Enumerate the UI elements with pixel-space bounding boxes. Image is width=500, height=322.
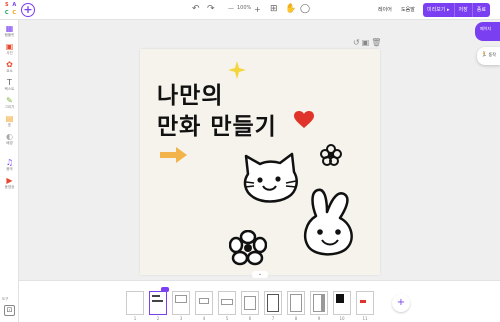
- page-number: 3: [179, 316, 183, 321]
- pencil-icon: ✎: [6, 96, 13, 105]
- page-thumbnail[interactable]: [218, 291, 236, 315]
- sidebar-item-label: 배경: [6, 141, 13, 145]
- sidebar-item-label: 표: [7, 123, 12, 127]
- template-icon: ▦: [5, 24, 14, 33]
- table-icon: ▤: [5, 114, 14, 123]
- add-page-button[interactable]: +: [392, 294, 410, 312]
- sidebar-item-music[interactable]: ♫ 음악: [0, 158, 19, 171]
- page-thumbnail[interactable]: [126, 291, 144, 315]
- app-logo[interactable]: S A C C: [3, 2, 18, 17]
- sidebar-item-label: 텍스트: [4, 87, 15, 91]
- logo-letter: S: [4, 2, 9, 8]
- page-number: 7: [271, 316, 275, 321]
- heart-sticker[interactable]: [294, 111, 314, 129]
- menu-layer[interactable]: 레이어: [378, 6, 392, 13]
- menu-help[interactable]: 도움말: [401, 6, 415, 13]
- big-flower-sticker[interactable]: [229, 230, 267, 266]
- text-icon: T: [7, 78, 12, 87]
- arrow-sticker[interactable]: [160, 146, 188, 164]
- comment-icon[interactable]: ◯: [300, 4, 310, 15]
- sidebar-item-label: 동영상: [4, 185, 15, 189]
- page-thumbnail[interactable]: [241, 291, 259, 315]
- sidebar-item-background[interactable]: ◐ 배경: [0, 132, 19, 145]
- page-number: 4: [202, 316, 206, 321]
- page-thumbnail[interactable]: [356, 291, 374, 315]
- page-number: 2: [156, 316, 160, 321]
- action-buttons: 미리보기 ▸ 저장 종료: [423, 3, 490, 17]
- sidebar-item-elements[interactable]: ✿ 요소: [0, 60, 19, 73]
- page-panel-label: 페이지: [480, 26, 492, 31]
- page-thumbnail-active[interactable]: [149, 291, 167, 315]
- page-number: 6: [248, 316, 252, 321]
- sidebar-item-video[interactable]: ▶ 동영상: [0, 176, 19, 189]
- element-icon: ✿: [6, 60, 13, 69]
- sidebar-item-templates[interactable]: ▦ 템플릿: [0, 24, 19, 37]
- sidebar-item-table[interactable]: ▤ 표: [0, 114, 19, 127]
- duplicate-page-icon[interactable]: ▣: [362, 38, 372, 47]
- preview-label: 미리보기: [427, 7, 446, 13]
- music-icon: ♫: [5, 158, 14, 167]
- sidebar-item-label: 요소: [6, 69, 13, 73]
- hand-icon[interactable]: ✋: [285, 4, 296, 15]
- cat-doodle[interactable]: [242, 152, 300, 204]
- page-panel-button[interactable]: 페이지: [475, 22, 500, 41]
- sidebar-item-label: 템플릿: [4, 33, 15, 37]
- zoom-out-button[interactable]: —: [228, 3, 234, 14]
- tools-button[interactable]: ⊡: [4, 305, 15, 316]
- page-thumbnail[interactable]: [264, 291, 282, 315]
- sidebar-item-photos[interactable]: ▣ 사진: [0, 42, 19, 55]
- animation-panel-button[interactable]: 🏃 동작: [477, 47, 500, 65]
- animation-panel-label: 동작: [488, 52, 496, 57]
- video-icon: ▶: [6, 176, 13, 185]
- background-icon: ◐: [6, 132, 13, 141]
- page-number: 1: [133, 316, 137, 321]
- flower-sticker[interactable]: [320, 144, 342, 166]
- sparkle-sticker[interactable]: [228, 61, 246, 79]
- page-number: 9: [317, 316, 321, 321]
- page-number: 5: [225, 316, 229, 321]
- running-figure-icon: 🏃: [481, 52, 488, 58]
- page-number: 8: [294, 316, 298, 321]
- sidebar-item-label: 사진: [6, 51, 13, 55]
- page-thumbnail[interactable]: [333, 291, 351, 315]
- sidebar-item-text[interactable]: T 텍스트: [0, 78, 19, 91]
- sidebar-item-label: 그리기: [4, 105, 15, 109]
- page-thumbnail[interactable]: [287, 291, 305, 315]
- page-number: 10: [339, 316, 345, 321]
- logo-letter: A: [12, 2, 17, 8]
- logo-letter: C: [12, 9, 17, 16]
- tools-label: 도구: [2, 297, 9, 301]
- photo-icon: ▣: [5, 42, 14, 51]
- logo-letter: C: [4, 9, 9, 16]
- save-button[interactable]: 저장: [453, 3, 472, 17]
- collapse-pages-button[interactable]: ⌄: [252, 271, 268, 278]
- canvas-title-line2[interactable]: 만화 만들기: [157, 107, 277, 141]
- sidebar-item-label: 음악: [6, 167, 13, 171]
- exit-button[interactable]: 종료: [471, 3, 490, 17]
- zoom-in-button[interactable]: +: [254, 4, 261, 15]
- grid-icon[interactable]: ⊞: [270, 4, 278, 15]
- sidebar-item-draw[interactable]: ✎ 그리기: [0, 96, 19, 109]
- undo-icon[interactable]: ↶: [192, 4, 200, 15]
- zoom-level[interactable]: 100%: [237, 5, 251, 11]
- canvas-title-line1[interactable]: 나만의: [157, 76, 223, 110]
- page-thumbnail[interactable]: [172, 291, 190, 315]
- reset-icon[interactable]: ↺: [353, 38, 362, 47]
- canvas-tools: ↺▣🗑: [353, 38, 383, 47]
- page-thumbnail[interactable]: [310, 291, 328, 315]
- redo-icon[interactable]: ↷: [207, 4, 215, 15]
- left-sidebar: ▦ 템플릿 ▣ 사진 ✿ 요소 T 텍스트 ✎ 그리기 ▤ 표 ◐ 배경 ♫ 음…: [0, 20, 19, 322]
- page-number: 11: [362, 316, 368, 321]
- rabbit-doodle[interactable]: [300, 186, 362, 258]
- preview-button[interactable]: 미리보기 ▸: [423, 3, 454, 17]
- trash-icon[interactable]: 🗑: [371, 38, 383, 47]
- page-strip: 1 2 3 4 5 6 7 8 9 10 11 +: [19, 280, 500, 322]
- new-project-button[interactable]: +: [21, 3, 35, 17]
- page-thumbnail[interactable]: [195, 291, 213, 315]
- top-toolbar: S A C C + ↶ ↷ — 100% + ⊞ ✋ ◯ 레이어 도움말 미리보…: [0, 0, 500, 20]
